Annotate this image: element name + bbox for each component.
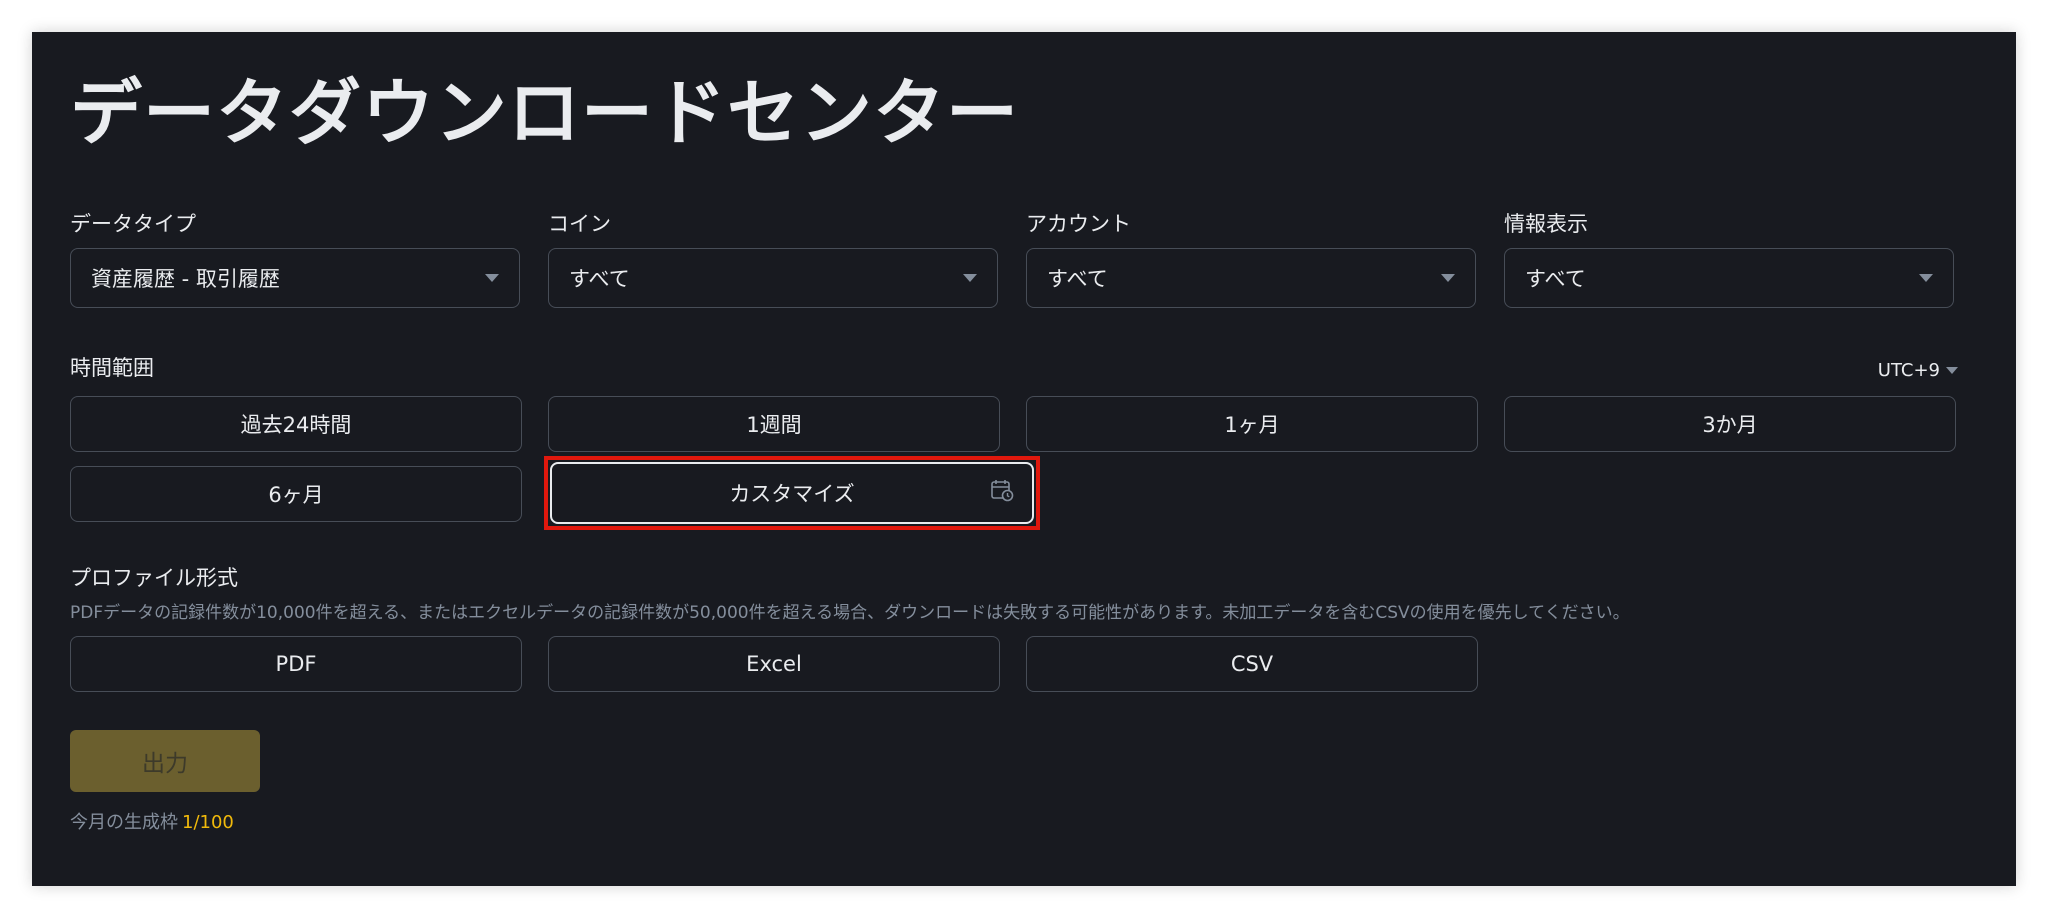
range-option-6m[interactable]: 6ヶ月 xyxy=(70,466,522,522)
monthly-quota: 今月の生成枠 1/100 xyxy=(70,808,234,834)
info-display-label: 情報表示 xyxy=(1504,212,1588,236)
account-value: すべて xyxy=(1047,267,1108,291)
range-option-24h[interactable]: 過去24時間 xyxy=(70,396,522,452)
format-excel-button[interactable]: Excel xyxy=(548,636,1000,692)
chevron-down-icon xyxy=(485,274,499,282)
range-option-custom[interactable]: カスタマイズ xyxy=(550,462,1034,524)
timezone-selector[interactable]: UTC+9 xyxy=(1878,360,1958,381)
profile-format-label: プロファイル形式 xyxy=(70,566,238,590)
export-button[interactable]: 出力 xyxy=(70,730,260,792)
info-display-select[interactable]: すべて xyxy=(1504,248,1954,308)
chevron-down-icon xyxy=(1946,367,1958,374)
data-type-value: 資産履歴 - 取引履歴 xyxy=(91,267,280,291)
account-label: アカウント xyxy=(1026,212,1131,236)
profile-format-note: PDFデータの記録件数が10,000件を超える、またはエクセルデータの記録件数が… xyxy=(70,603,1630,623)
chevron-down-icon xyxy=(1919,274,1933,282)
info-display-value: すべて xyxy=(1525,267,1586,291)
range-option-1w[interactable]: 1週間 xyxy=(548,396,1000,452)
chevron-down-icon xyxy=(963,274,977,282)
range-option-3m[interactable]: 3か月 xyxy=(1504,396,1956,452)
account-select[interactable]: すべて xyxy=(1026,248,1476,308)
calendar-icon xyxy=(991,480,1014,502)
coin-select[interactable]: すべて xyxy=(548,248,998,308)
data-type-label: データタイプ xyxy=(70,212,196,236)
format-pdf-button[interactable]: PDF xyxy=(70,636,522,692)
quota-value: 1/100 xyxy=(182,812,234,833)
chevron-down-icon xyxy=(1441,274,1455,282)
range-option-1m[interactable]: 1ヶ月 xyxy=(1026,396,1478,452)
data-type-select[interactable]: 資産履歴 - 取引履歴 xyxy=(70,248,520,308)
timezone-value: UTC+9 xyxy=(1877,360,1940,381)
page-title: データダウンロードセンター xyxy=(70,71,1020,155)
time-range-label: 時間範囲 xyxy=(70,356,154,380)
download-center-panel: データダウンロードセンター データタイプ コイン アカウント 情報表示 資産履歴… xyxy=(32,32,2016,886)
coin-value: すべて xyxy=(569,267,630,291)
quota-label: 今月の生成枠 xyxy=(70,812,178,833)
format-csv-button[interactable]: CSV xyxy=(1026,636,1478,692)
coin-label: コイン xyxy=(548,212,611,236)
range-option-custom-label: カスタマイズ xyxy=(729,482,855,506)
